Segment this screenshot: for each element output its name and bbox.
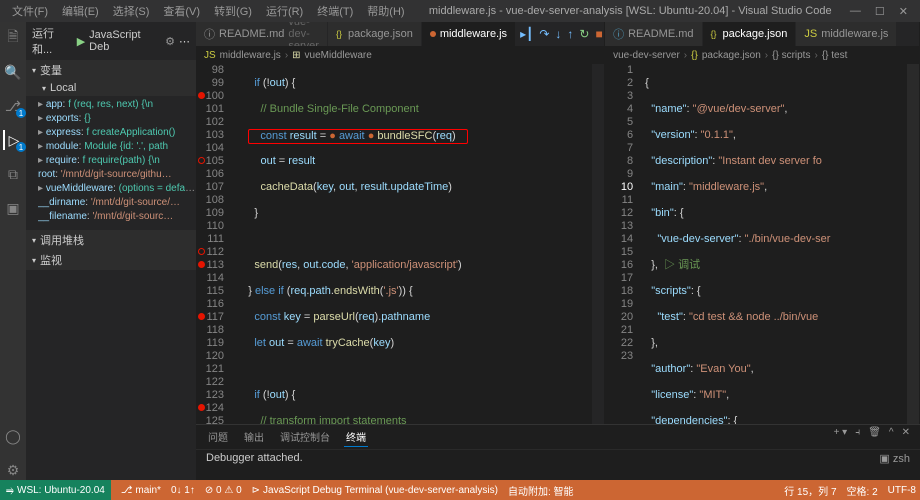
kill-terminal-icon[interactable]: 🗑 xyxy=(868,427,881,438)
menu-goto[interactable]: 转到(G) xyxy=(208,1,258,21)
step-out-icon[interactable]: ↑ xyxy=(567,27,573,41)
remote-icon[interactable]: ▣ xyxy=(3,198,23,218)
editor-group: ⓘREADME.md vue-dev-server package.json m… xyxy=(196,22,920,480)
section-local[interactable]: Local xyxy=(26,80,196,96)
problems-status[interactable]: ⊘ 0 ⚠ 0 xyxy=(205,485,242,496)
js-icon xyxy=(430,31,436,37)
gutter-right[interactable]: 12345678 9101112131415 1617181920212223 xyxy=(605,64,639,424)
bottom-panel: 问题 输出 调试控制台 终端 + ▾ ⫞ 🗑 ^ ✕ Debugger atta… xyxy=(196,424,920,480)
step-into-icon[interactable]: ↓ xyxy=(555,27,561,41)
extensions-icon[interactable]: ⧉ xyxy=(3,164,23,184)
continue-icon[interactable]: ▸┃ xyxy=(520,27,533,41)
section-watch[interactable]: 监视 xyxy=(26,250,196,270)
variables-list: ▸ app: f (req, res, next) {\n ▸ exports:… xyxy=(26,96,196,230)
minimap[interactable] xyxy=(592,64,604,424)
indent-status[interactable]: 空格: 2 xyxy=(847,483,878,498)
scrollbar[interactable] xyxy=(907,64,919,424)
window-controls: — ☐ ✕ xyxy=(850,5,914,18)
account-icon[interactable]: ◯ xyxy=(3,426,23,446)
panel-debug-console[interactable]: 调试控制台 xyxy=(278,427,332,447)
tab-readme-right[interactable]: ⓘREADME.md xyxy=(605,22,702,46)
menu-help[interactable]: 帮助(H) xyxy=(361,1,410,21)
left-code-area[interactable]: 9899100101102103104 10510610710810911011… xyxy=(196,64,604,424)
panel-terminal[interactable]: 终端 xyxy=(344,427,368,447)
maximize-panel-icon[interactable]: ^ xyxy=(889,427,894,438)
panel-output[interactable]: 输出 xyxy=(242,427,266,447)
source-control-icon[interactable]: ⎇ xyxy=(3,96,23,116)
title-bar: 文件(F) 编辑(E) 选择(S) 查看(V) 转到(G) 运行(R) 终端(T… xyxy=(0,0,920,22)
left-editor: ⓘREADME.md vue-dev-server package.json m… xyxy=(196,22,605,424)
stop-icon[interactable]: ■ xyxy=(595,27,602,41)
left-breadcrumb[interactable]: JS middleware.js› ⊞vueMiddleware xyxy=(196,46,604,64)
gutter[interactable]: 9899100101102103104 10510610710810911011… xyxy=(196,64,230,424)
menu-file[interactable]: 文件(F) xyxy=(6,1,54,21)
remote-indicator[interactable]: ⥤ WSL: Ubuntu-20.04 xyxy=(0,480,111,500)
cursor-position[interactable]: 行 15，列 7 xyxy=(784,483,836,498)
encoding-status[interactable]: UTF-8 xyxy=(888,483,916,498)
var-row[interactable]: ▸ app: f (req, res, next) {\n xyxy=(38,98,196,112)
var-row[interactable]: ▸ exports: {} xyxy=(38,112,196,126)
gear-icon[interactable]: ⚙ xyxy=(165,35,175,48)
search-icon[interactable]: 🔍 xyxy=(3,62,23,82)
debug-status[interactable]: ⊳ JavaScript Debug Terminal (vue-dev-ser… xyxy=(252,485,498,496)
js-icon: JS xyxy=(204,50,216,61)
tab-package[interactable]: package.json xyxy=(328,22,422,46)
close-panel-icon[interactable]: ✕ xyxy=(902,427,910,438)
restart-icon[interactable]: ↻ xyxy=(579,27,589,41)
autoattach-status[interactable]: 自动附加: 智能 xyxy=(508,483,574,498)
git-sync[interactable]: 0↓ 1↑ xyxy=(171,485,195,496)
left-tab-bar: ⓘREADME.md vue-dev-server package.json m… xyxy=(196,22,604,46)
more-icon[interactable]: ⋯ xyxy=(179,35,190,48)
debug-toolbar: ▸┃ ↷ ↓ ↑ ↻ ■ niddleware.js ▷ ⫞ ⋯ xyxy=(516,22,605,46)
git-branch[interactable]: ⎇ main* xyxy=(121,485,161,496)
terminal-body[interactable]: Debugger attached. ▣ zsh xyxy=(196,450,920,480)
right-editor: ⓘREADME.md package.json JS middleware.js… xyxy=(605,22,920,424)
tab-middleware[interactable]: middleware.js xyxy=(422,22,516,46)
var-row[interactable]: ▸ require: f require(path) {\n xyxy=(38,154,196,168)
var-row[interactable]: ▸ vueMiddleware: (options = defau… xyxy=(38,182,196,196)
debug-config-select[interactable]: JavaScript Deb xyxy=(89,29,161,53)
menu-run[interactable]: 运行(R) xyxy=(260,1,309,21)
maximize-icon[interactable]: ☐ xyxy=(875,5,885,18)
tab-middleware-right[interactable]: JS middleware.js xyxy=(796,22,897,46)
menu-select[interactable]: 选择(S) xyxy=(107,1,156,21)
close-icon[interactable]: ✕ xyxy=(899,5,908,18)
panel-tabs: 问题 输出 调试控制台 终端 + ▾ ⫞ 🗑 ^ ✕ xyxy=(196,425,920,450)
var-row[interactable]: ▸ module: Module {id: '.', path xyxy=(38,140,196,154)
panel-problems[interactable]: 问题 xyxy=(206,427,230,447)
status-bar: ⥤ WSL: Ubuntu-20.04 ⎇ main* 0↓ 1↑ ⊘ 0 ⚠ … xyxy=(0,480,920,500)
debug-config-header: 运行和... ▶ JavaScript Deb ⚙ ⋯ xyxy=(26,22,196,60)
markdown-icon: ⓘ xyxy=(204,26,215,42)
var-row[interactable]: root: '/mnt/d/git-source/githu… xyxy=(38,168,196,182)
code-lines-right[interactable]: { "name": "@vue/dev-server", "version": … xyxy=(639,64,907,424)
section-variables[interactable]: 变量 xyxy=(26,60,196,80)
menu-bar: 文件(F) 编辑(E) 选择(S) 查看(V) 转到(G) 运行(R) 终端(T… xyxy=(6,1,411,21)
settings-icon[interactable]: ⚙ xyxy=(3,460,23,480)
right-code-area[interactable]: 12345678 9101112131415 1617181920212223 … xyxy=(605,64,919,424)
var-row[interactable]: __dirname: '/mnt/d/git-source/… xyxy=(38,196,196,210)
menu-edit[interactable]: 编辑(E) xyxy=(56,1,105,21)
tab-readme[interactable]: ⓘREADME.md vue-dev-server xyxy=(196,22,328,46)
menu-terminal[interactable]: 终端(T) xyxy=(311,1,359,21)
play-icon[interactable]: ▶ xyxy=(77,35,85,48)
menu-view[interactable]: 查看(V) xyxy=(157,1,206,21)
window-title: middleware.js - vue-dev-server-analysis … xyxy=(411,5,850,17)
sidebar: 运行和... ▶ JavaScript Deb ⚙ ⋯ 变量 Local ▸ a… xyxy=(26,22,196,480)
step-over-icon[interactable]: ↷ xyxy=(539,27,549,41)
run-debug-icon[interactable]: ▷ xyxy=(3,130,23,150)
section-callstack[interactable]: 调用堆栈 xyxy=(26,230,196,250)
right-breadcrumb[interactable]: vue-dev-server› {}package.json› {} scrip… xyxy=(605,46,919,64)
var-row[interactable]: __filename: '/mnt/d/git-sourc… xyxy=(38,210,196,224)
explorer-icon[interactable]: 🗎 xyxy=(3,28,23,48)
tab-package-right[interactable]: package.json xyxy=(703,22,797,46)
right-tab-bar: ⓘREADME.md package.json JS middleware.js xyxy=(605,22,919,46)
add-terminal-icon[interactable]: + ▾ xyxy=(834,427,848,438)
minimize-icon[interactable]: — xyxy=(850,5,861,18)
split-terminal-icon[interactable]: ⫞ xyxy=(855,427,860,438)
var-row[interactable]: ▸ express: f createApplication() xyxy=(38,126,196,140)
activity-bar: 🗎 🔍 ⎇ ▷ ⧉ ▣ ◯ ⚙ xyxy=(0,22,26,480)
run-label: 运行和... xyxy=(32,25,73,57)
code-lines[interactable]: if (!out) { // Bundle Single-File Compon… xyxy=(230,64,592,424)
